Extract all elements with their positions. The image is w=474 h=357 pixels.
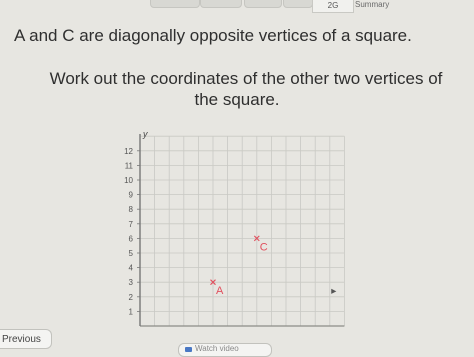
y-tick-label: 3: [129, 278, 134, 287]
video-camera-icon: [185, 347, 192, 352]
y-tick-label: 1: [129, 307, 134, 316]
y-tick-label: 6: [129, 234, 134, 243]
watch-video-label: Watch video: [195, 344, 239, 353]
y-tick-labels: 123456789101112: [124, 147, 140, 316]
watch-video-button[interactable]: Watch video: [178, 343, 272, 357]
question-line-2: Work out the coordinates of the other tw…: [0, 68, 474, 110]
question-line-2a: Work out the coordinates of the other tw…: [49, 69, 443, 88]
tab-previous-1[interactable]: [150, 0, 200, 8]
y-tick-label: 11: [125, 161, 134, 170]
y-tick-label: 9: [129, 191, 134, 200]
point-label: C: [260, 241, 268, 253]
tab-bar: 2G Summary: [0, 0, 474, 14]
y-axis-label: y: [142, 130, 148, 139]
y-tick-label: 10: [124, 176, 133, 185]
question-line-2b: the square.: [194, 90, 280, 109]
tab-2g[interactable]: 2G: [312, 0, 354, 13]
grid-lines: [139, 135, 345, 327]
question-line-1: A and C are diagonally opposite vertices…: [14, 26, 412, 45]
y-tick-label: 7: [129, 220, 134, 229]
tab-previous-2[interactable]: [200, 0, 242, 8]
y-tick-label: 5: [129, 249, 134, 258]
tab-summary[interactable]: Summary: [355, 0, 415, 11]
y-tick-label: 2: [129, 293, 134, 302]
tab-previous-4[interactable]: [283, 0, 313, 8]
previous-button[interactable]: Previous: [0, 329, 52, 349]
point-label: A: [216, 285, 224, 297]
y-tick-label: 8: [129, 205, 134, 214]
y-tick-label: 4: [129, 264, 134, 273]
tab-previous-3[interactable]: [244, 0, 282, 8]
x-axis-arrow: [331, 288, 337, 294]
y-tick-label: 12: [124, 147, 133, 156]
coordinate-grid: y 123456789101112 AC: [124, 130, 345, 327]
plotted-points: AC: [210, 235, 268, 297]
